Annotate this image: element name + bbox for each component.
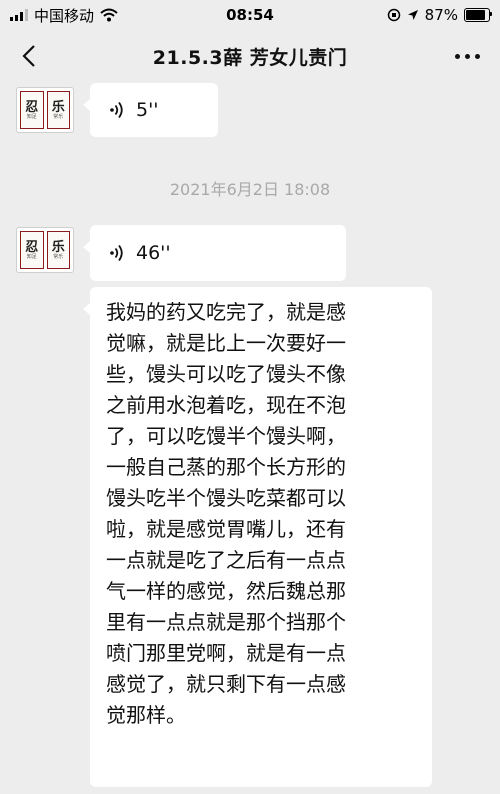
transcript-line: 之前用水泡着吃，现在不泡 [106, 393, 346, 417]
transcript-line: 一般自己蒸的那个长方形的 [106, 455, 346, 479]
avatar-char: 忍 [25, 99, 39, 115]
message-row: 忍知足 乐常乐 [16, 87, 74, 133]
transcript-line: 觉嘛，就是比上一次要好一 [106, 331, 346, 355]
avatar[interactable]: 忍知足 乐常乐 [16, 227, 74, 273]
transcript-line: 气一样的感觉，然后魏总那 [106, 579, 346, 603]
transcript-line: 感觉了，就只剩下有一点感 [106, 672, 346, 696]
message-row: 忍知足 乐常乐 [16, 227, 74, 273]
voice-wave-icon [110, 101, 123, 119]
battery-percent: 87% [424, 6, 458, 24]
back-button[interactable] [14, 40, 44, 72]
orientation-lock-icon [387, 8, 400, 22]
voice-message[interactable]: 5'' [83, 83, 218, 137]
voice-transcript-bubble[interactable]: 我妈的药又吃完了，就是感 觉嘛，就是比上一次要好一 些，馒头可以吃了馒头不像 之… [83, 287, 432, 787]
timestamp: 2021年6月2日 18:08 [169, 180, 331, 199]
chevron-left-icon [22, 45, 35, 67]
transcript-line: 一点就是吃了之后有一点点 [106, 548, 346, 572]
voice-wave-icon [110, 244, 123, 262]
voice-duration: 5'' [136, 99, 159, 121]
more-dots-icon [454, 53, 460, 59]
battery-icon [464, 8, 492, 22]
signal-icon [10, 9, 28, 21]
status-bar: 中国移动 08:54 87% [0, 0, 500, 30]
transcript-line: 里有一点点就是那个挡那个 [106, 610, 346, 634]
avatar-char: 乐 [51, 239, 65, 255]
more-button[interactable] [450, 42, 484, 70]
location-icon [407, 10, 418, 20]
wifi-icon [100, 8, 118, 22]
transcript-line: 些，馒头可以吃了馒头不像 [106, 362, 346, 386]
transcript-line: 我妈的药又吃完了，就是感 [106, 300, 346, 324]
transcript-line: 啦，就是感觉胃嘴儿，还有 [106, 517, 346, 541]
status-left: 中国移动 [0, 5, 118, 26]
status-right: 87% [387, 6, 500, 24]
avatar-char: 乐 [51, 99, 65, 115]
battery-fill [466, 10, 486, 20]
avatar-char: 忍 [25, 239, 39, 255]
voice-message[interactable]: 46'' [83, 225, 346, 281]
voice-duration: 46'' [136, 242, 171, 264]
transcript-line: 了，可以吃馒半个馒头啊， [106, 424, 346, 448]
transcript-line: 喷门那里党啊，就是有一点 [106, 641, 346, 665]
transcript-line: 馒头吃半个馒头吃菜都可以 [106, 486, 346, 510]
carrier-label: 中国移动 [34, 6, 95, 25]
avatar[interactable]: 忍知足 乐常乐 [16, 87, 74, 133]
status-time: 08:54 [226, 6, 274, 24]
nav-bar: 21.5.3薛 芳女儿责门 [0, 30, 500, 82]
chat-title: 21.5.3薛 芳女儿责门 [152, 46, 348, 69]
transcript-line: 觉那样。 [106, 703, 186, 727]
